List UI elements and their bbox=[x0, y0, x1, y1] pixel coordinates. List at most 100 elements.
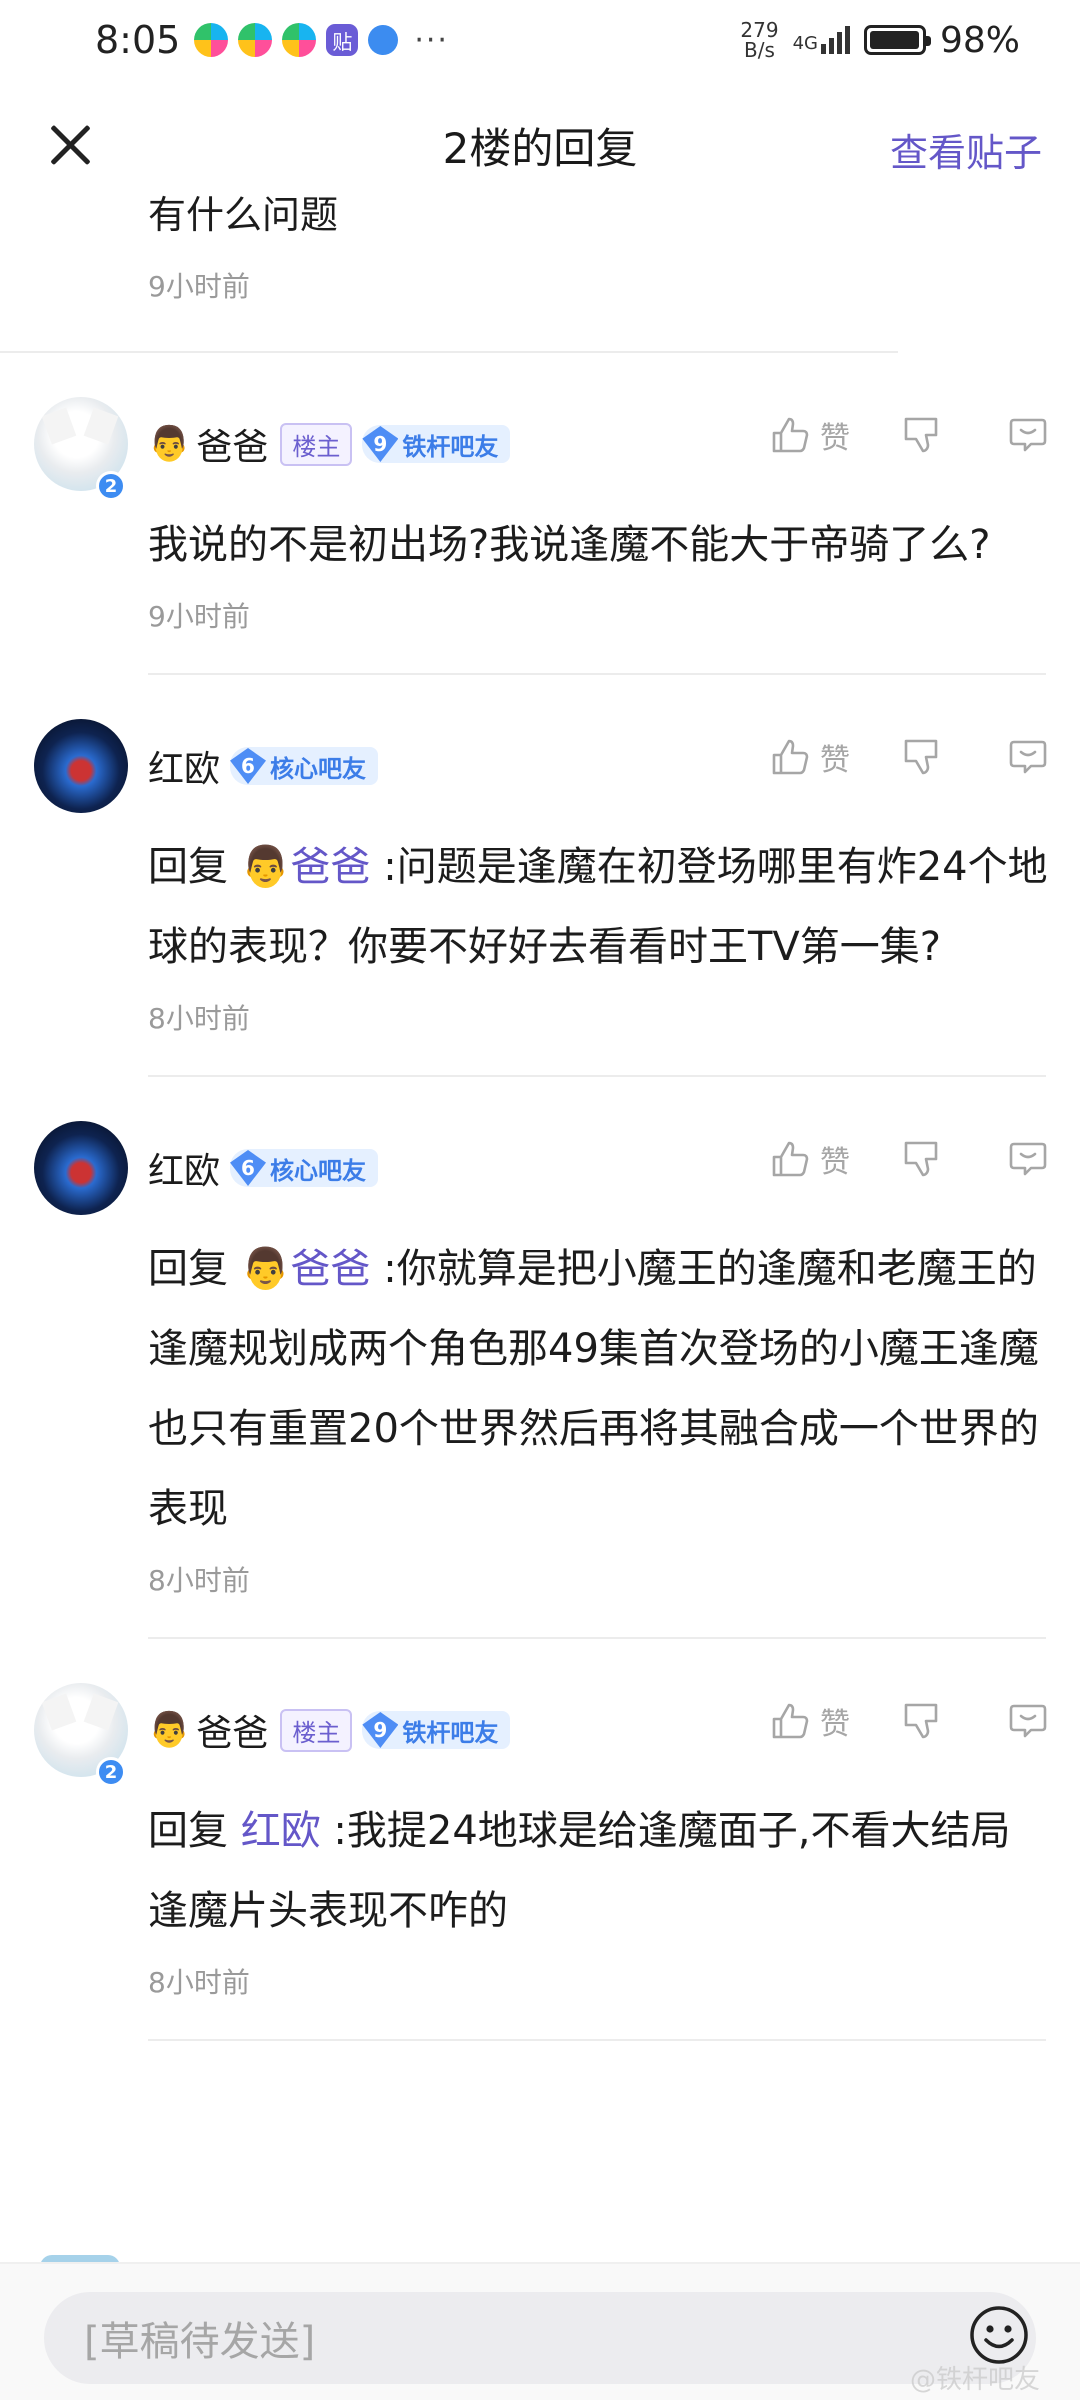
username-text: 爸爸 bbox=[196, 1713, 269, 1754]
avatar-level-badge: 2 bbox=[96, 1757, 126, 1787]
like-label: 赞 bbox=[820, 1707, 850, 1742]
username[interactable]: 红欧 bbox=[148, 1142, 220, 1194]
owner-tag: 楼主 bbox=[280, 1708, 353, 1752]
app-notification-icon bbox=[282, 23, 317, 57]
thumbs-down-icon[interactable] bbox=[900, 413, 944, 457]
comment-actions: 赞 bbox=[768, 413, 1050, 457]
comment-actions: 赞 bbox=[768, 1137, 1050, 1181]
fan-level-label: 铁杆吧友 bbox=[402, 1718, 499, 1747]
close-icon[interactable] bbox=[40, 115, 100, 175]
owner-tag: 楼主 bbox=[280, 422, 353, 466]
reply-icon[interactable] bbox=[1006, 735, 1050, 779]
battery-icon bbox=[863, 25, 931, 55]
like-button[interactable]: 赞 bbox=[768, 735, 850, 779]
previous-comment-tail: 有什么问题 9小时前 bbox=[0, 187, 1080, 351]
username[interactable]: 👨 爸爸 bbox=[148, 1704, 268, 1756]
comment-text-content: 我说的不是初出场?我说逢魔不能大于帝骑了么? bbox=[148, 522, 991, 568]
reply-prefix: 回复 bbox=[148, 844, 241, 890]
like-label: 赞 bbox=[820, 743, 850, 778]
reply-user-emoji: 👨 bbox=[240, 1246, 291, 1292]
comment-actions: 赞 bbox=[768, 735, 1050, 779]
like-label: 赞 bbox=[820, 1145, 850, 1180]
avatar[interactable] bbox=[34, 719, 128, 813]
network-speed-unit: B/s bbox=[744, 38, 775, 62]
thumbs-up-icon bbox=[768, 413, 812, 457]
like-button[interactable]: 赞 bbox=[768, 1699, 850, 1743]
fan-level-badge: 6 核心吧友 bbox=[230, 1149, 379, 1187]
reply-user-link[interactable]: 爸爸 bbox=[291, 844, 371, 890]
reply-user-emoji: 👨 bbox=[240, 844, 291, 890]
comment-text: 有什么问题 bbox=[148, 193, 339, 237]
fan-level-label: 核心吧友 bbox=[270, 1156, 367, 1185]
reply-user-link[interactable]: 爸爸 bbox=[291, 1246, 371, 1292]
comment-time: 9小时前 bbox=[148, 600, 250, 633]
reply-icon[interactable] bbox=[1006, 413, 1050, 457]
comment-text: 回复 👨爸爸 :你就算是把小魔王的逢魔和老魔王的逢魔规划成两个角色那49集首次登… bbox=[148, 1229, 1080, 1549]
reply-icon[interactable] bbox=[1006, 1137, 1050, 1181]
fan-level-badge: 9 铁杆吧友 bbox=[362, 1711, 511, 1749]
tieba-notification-icon: 贴 bbox=[326, 24, 359, 56]
fan-level-label: 铁杆吧友 bbox=[402, 432, 499, 461]
thumbs-down-icon[interactable] bbox=[900, 735, 944, 779]
thumbs-up-icon bbox=[768, 1699, 812, 1743]
thumbs-down-icon[interactable] bbox=[900, 1699, 944, 1743]
avatar[interactable] bbox=[34, 1121, 128, 1215]
reply-icon[interactable] bbox=[1006, 1699, 1050, 1743]
fan-level-badge: 9 铁杆吧友 bbox=[362, 425, 511, 463]
network-speed-value: 279 bbox=[740, 18, 779, 42]
reply-list: 有什么问题 9小时前 2 👨 爸爸 楼主 9 铁杆吧友 赞 我说的不是初出场?我… bbox=[0, 193, 1080, 2041]
emoji-icon[interactable] bbox=[968, 2304, 1030, 2366]
status-bar: 8:05 贴 ··· 279 B/s 4G 98% bbox=[0, 0, 1080, 80]
comment-item[interactable]: 2 👨 爸爸 楼主 9 铁杆吧友 赞 bbox=[0, 353, 1080, 673]
username[interactable]: 红欧 bbox=[148, 740, 220, 792]
comment-item[interactable]: 2 👨 爸爸 楼主 9 铁杆吧友 赞 bbox=[0, 1639, 1080, 2039]
thumbs-up-icon bbox=[768, 735, 812, 779]
comment-item[interactable]: 红欧 6 核心吧友 赞 回复 👨爸爸 :问题是逢魔在初登场哪里有炸24个地球的表… bbox=[0, 675, 1080, 1075]
fan-level-number: 6 bbox=[230, 1150, 267, 1186]
comment-text: 回复 👨爸爸 :问题是逢魔在初登场哪里有炸24个地球的表现？你要不好好去看看时王… bbox=[148, 827, 1080, 987]
comment-text: 回复 红欧 :我提24地球是给逢魔面子,不看大结局逢魔片头表现不咋的 bbox=[148, 1791, 1080, 1951]
comment-actions: 赞 bbox=[768, 1699, 1050, 1743]
like-button[interactable]: 赞 bbox=[768, 1137, 850, 1181]
notification-icons: 贴 ··· bbox=[194, 23, 449, 58]
more-notifications-icon: ··· bbox=[414, 22, 449, 58]
network-speed: 279 B/s bbox=[740, 20, 778, 60]
comment-item[interactable]: 红欧 6 核心吧友 赞 回复 👨爸爸 :你就算是把小魔王的逢魔和老魔王的逢魔规划… bbox=[0, 1077, 1080, 1637]
network-type: 4G bbox=[792, 33, 818, 54]
username-text: 爸爸 bbox=[196, 427, 269, 468]
reply-user-link[interactable]: 红欧 bbox=[241, 1808, 321, 1854]
reply-input-bar: [草稿待发送] @铁杆吧友 bbox=[0, 2262, 1080, 2400]
fan-level-label: 核心吧友 bbox=[270, 754, 367, 783]
comment-time: 8小时前 bbox=[148, 1564, 250, 1597]
comment-time: 9小时前 bbox=[148, 270, 250, 303]
thumbs-up-icon bbox=[768, 1137, 812, 1181]
username[interactable]: 👨 爸爸 bbox=[148, 418, 268, 470]
username-text: 红欧 bbox=[148, 749, 221, 790]
reply-input[interactable]: [草稿待发送] bbox=[44, 2292, 1036, 2384]
watermark: @铁杆吧友 bbox=[909, 2365, 1040, 2395]
comment-time: 8小时前 bbox=[148, 1966, 250, 1999]
reply-prefix: 回复 bbox=[148, 1808, 241, 1854]
username-emoji: 👨 bbox=[148, 1710, 191, 1750]
status-time: 8:05 bbox=[95, 18, 181, 62]
thumbs-down-icon[interactable] bbox=[900, 1137, 944, 1181]
page-title: 2楼的回复 bbox=[442, 123, 638, 173]
divider bbox=[148, 2039, 1046, 2041]
comment-time: 8小时前 bbox=[148, 1002, 250, 1035]
like-label: 赞 bbox=[820, 421, 850, 456]
like-button[interactable]: 赞 bbox=[768, 413, 850, 457]
username-text: 红欧 bbox=[148, 1151, 221, 1192]
fan-level-number: 6 bbox=[230, 748, 267, 784]
username-emoji: 👨 bbox=[148, 424, 191, 464]
app-notification-icon bbox=[238, 23, 273, 57]
reply-prefix: 回复 bbox=[148, 1246, 241, 1292]
battery-level bbox=[869, 31, 919, 49]
signal-icon: 4G bbox=[793, 26, 850, 54]
fan-level-number: 9 bbox=[362, 1712, 399, 1748]
comment-text: 我说的不是初出场?我说逢魔不能大于帝骑了么? bbox=[148, 505, 1080, 585]
battery-percent: 98% bbox=[939, 19, 1020, 61]
status-right: 279 B/s 4G 98% bbox=[740, 20, 1020, 61]
view-post-link[interactable]: 查看贴子 bbox=[890, 122, 1042, 177]
nav-bar: 2楼的回复 查看贴子 bbox=[0, 90, 1080, 200]
browser-notification-icon bbox=[368, 25, 399, 55]
